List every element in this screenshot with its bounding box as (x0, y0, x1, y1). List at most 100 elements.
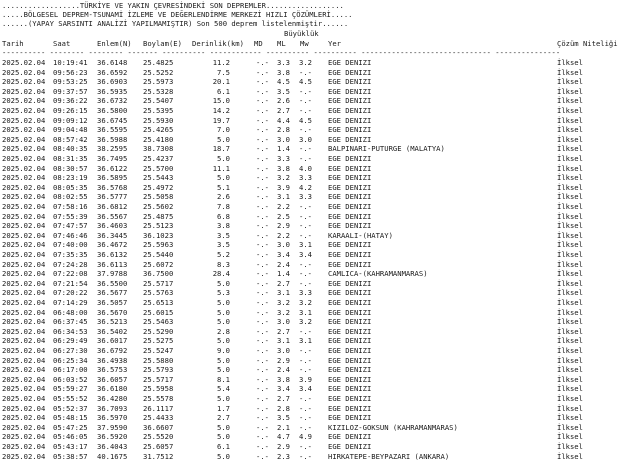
cell-ml: 2.9 (277, 355, 290, 365)
column-labels: Tarih Saat Enlem(N) Boylam(E) Derinlik(k… (0, 39, 640, 48)
cell-longitude: 25.6513 (143, 298, 174, 307)
cell-mw: -.- (299, 106, 312, 115)
cell-date: 2025.02.04 (2, 202, 46, 211)
cell-latitude: 36.6122 (97, 163, 128, 173)
cell-solution: İlksel (557, 307, 583, 317)
cell-date: 2025.02.04 (2, 298, 46, 307)
cell-depth: 7.8 (217, 202, 230, 211)
cell-latitude: 37.9788 (97, 269, 128, 279)
cell-md: -.- (256, 96, 269, 106)
cell-latitude: 36.6113 (97, 259, 128, 269)
cell-location: EGE DENIZI (328, 278, 372, 288)
cell-latitude: 36.5670 (97, 307, 128, 317)
cell-latitude: 36.4043 (97, 442, 128, 451)
cell-longitude: 25.5290 (143, 326, 174, 336)
cell-location: EGE DENIZI (328, 365, 372, 375)
cell-solution: İlksel (557, 288, 583, 298)
cell-ml: 3.5 (277, 413, 290, 423)
cell-ml: 3.2 (277, 307, 290, 317)
cell-longitude: 25.5395 (143, 106, 174, 115)
cell-md: -.- (256, 144, 269, 154)
cell-solution: İlksel (557, 144, 583, 154)
cell-latitude: 36.5595 (97, 125, 128, 135)
cell-depth: 7.0 (217, 125, 230, 135)
cell-ml: 2.5 (277, 211, 290, 221)
cell-time: 06:17:00 (53, 365, 88, 375)
table-row: 2025.02.04 09:53:25 36.6903 25.5973 20.1 -.- 4… (0, 77, 640, 86)
cell-date: 2025.02.04 (2, 432, 46, 442)
cell-depth: 19.7 (212, 115, 230, 125)
cell-location: EGE DENIZI (328, 106, 372, 115)
cell-md: -.- (256, 154, 269, 163)
cell-latitude: 36.7093 (97, 403, 128, 413)
cell-depth: 3.5 (217, 230, 230, 240)
table-row: 2025.02.04 06:25:34 36.4938 25.5880 5.0 -.- 2.… (0, 356, 640, 365)
cell-md: -.- (256, 374, 269, 384)
cell-location: EGE DENIZI (328, 432, 372, 442)
cell-mw: 4.5 (299, 115, 312, 125)
table-row: 2025.02.04 05:38:57 40.1675 31.7512 5.0 -.- 2.… (0, 452, 640, 461)
cell-time: 06:37:45 (53, 317, 88, 327)
cell-location: EGE DENIZI (328, 326, 372, 336)
cell-latitude: 36.5800 (97, 106, 128, 115)
cell-date: 2025.02.04 (2, 240, 46, 250)
cell-date: 2025.02.04 (2, 442, 46, 451)
cell-ml: 3.8 (277, 67, 290, 77)
cell-date: 2025.02.04 (2, 288, 46, 298)
cell-depth: 5.0 (217, 365, 230, 375)
cell-md: -.- (256, 67, 269, 77)
cell-location: EGE DENIZI (328, 202, 372, 211)
cell-time: 08:31:35 (53, 154, 88, 163)
cell-mw: -.- (299, 125, 312, 135)
cell-latitude: 36.3445 (97, 230, 128, 240)
cell-location: EGE DENIZI (328, 221, 372, 231)
cell-latitude: 38.2595 (97, 144, 128, 154)
cell-mw: 3.4 (299, 250, 312, 259)
table-row: 2025.02.04 06:34:53 36.5402 25.5290 2.8 -.- 2.… (0, 327, 640, 336)
cell-mw: 3.2 (299, 298, 312, 307)
cell-time: 05:48:15 (53, 413, 88, 423)
cell-solution: İlksel (557, 58, 583, 67)
table-row: 2025.02.04 08:40:35 38.2595 38.7308 18.7 -.- 1… (0, 144, 640, 153)
cell-depth: 5.0 (217, 422, 230, 432)
table-row: 2025.02.04 09:37:57 36.5935 25.5328 6.1 -.- 3.… (0, 87, 640, 96)
cell-date: 2025.02.04 (2, 134, 46, 144)
cell-solution: İlksel (557, 413, 583, 423)
cell-solution: İlksel (557, 230, 583, 240)
cell-longitude: 25.5058 (143, 192, 174, 202)
cell-md: -.- (256, 307, 269, 317)
cell-md: -.- (256, 86, 269, 96)
cell-latitude: 36.6017 (97, 336, 128, 346)
cell-md: -.- (256, 221, 269, 231)
cell-time: 05:47:25 (53, 422, 88, 432)
cell-depth: 1.7 (217, 403, 230, 413)
cell-depth: 5.0 (217, 451, 230, 461)
cell-ml: 3.5 (277, 86, 290, 96)
cell-ml: 3.0 (277, 240, 290, 250)
cell-time: 09:09:12 (53, 115, 88, 125)
cell-location: EGE DENIZI (328, 394, 372, 403)
cell-md: -.- (256, 432, 269, 442)
cell-depth: 11.1 (212, 163, 230, 173)
table-row: 2025.02.04 07:22:08 37.9788 36.7500 28.4 -.- 1… (0, 269, 640, 278)
cell-time: 05:52:37 (53, 403, 88, 413)
cell-md: -.- (256, 298, 269, 307)
cell-ml: 3.1 (277, 336, 290, 346)
cell-time: 08:40:35 (53, 144, 88, 154)
table-row: 2025.02.04 07:21:54 36.5500 25.5717 5.0 -.- 2.… (0, 279, 640, 288)
cell-latitude: 36.6148 (97, 58, 128, 67)
cell-time: 07:46:46 (53, 230, 88, 240)
cell-time: 05:46:05 (53, 432, 88, 442)
cell-solution: İlksel (557, 96, 583, 106)
cell-mw: 3.1 (299, 307, 312, 317)
cell-ml: 2.6 (277, 96, 290, 106)
cell-md: -.- (256, 240, 269, 250)
cell-longitude: 25.5275 (143, 336, 174, 346)
cell-time: 07:58:16 (53, 202, 88, 211)
cell-time: 06:25:34 (53, 355, 88, 365)
cell-mw: -.- (299, 326, 312, 336)
cell-longitude: 25.4875 (143, 211, 174, 221)
table-row: 2025.02.04 06:29:49 36.6017 25.5275 5.0 -.- 3.… (0, 336, 640, 345)
cell-solution: İlksel (557, 442, 583, 451)
cell-latitude: 36.5988 (97, 134, 128, 144)
